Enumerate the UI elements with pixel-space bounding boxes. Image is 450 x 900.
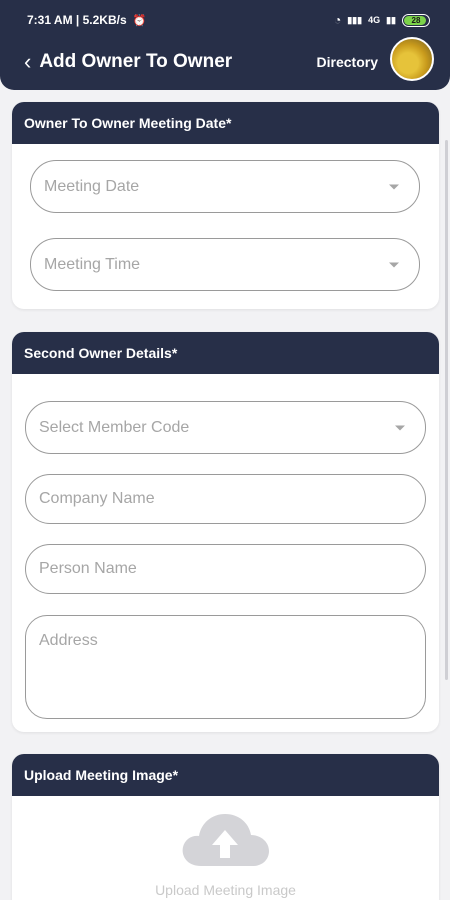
- signal-icon: ▮▮▮: [347, 14, 363, 25]
- person-name-input[interactable]: Person Name: [25, 544, 426, 594]
- chevron-down-icon: [389, 184, 399, 189]
- app-header: 7:31 AM | 5.2KB/s ⏰ ◔ ▮▮▮ 4G ▮▮ 28 ‹ Add…: [0, 0, 450, 90]
- card-heading: Owner To Owner Meeting Date*: [12, 102, 439, 144]
- placeholder: Address: [39, 632, 98, 649]
- placeholder: Meeting Date: [44, 177, 140, 195]
- cloud-upload-icon[interactable]: [179, 810, 271, 868]
- alarm-icon: ⏰: [132, 14, 147, 27]
- network-type: 4G: [368, 15, 381, 25]
- chevron-left-icon[interactable]: ‹: [24, 51, 31, 73]
- company-name-input[interactable]: Company Name: [25, 474, 426, 524]
- placeholder: Meeting Time: [44, 255, 141, 273]
- avatar[interactable]: [390, 37, 434, 81]
- meeting-date-card: Owner To Owner Meeting Date* Meeting Dat…: [12, 102, 439, 309]
- upload-image-card: Upload Meeting Image* Upload Meeting Ima…: [12, 754, 439, 900]
- placeholder: Company Name: [39, 490, 155, 507]
- second-owner-card: Second Owner Details* Select Member Code…: [12, 332, 439, 732]
- scrollbar[interactable]: [445, 140, 448, 680]
- placeholder: Select Member Code: [39, 418, 190, 436]
- status-time: 7:31 AM | 5.2KB/s: [27, 13, 127, 27]
- page-title: Add Owner To Owner: [39, 51, 233, 72]
- battery-level: 28: [411, 15, 421, 25]
- meeting-time-dropdown[interactable]: Meeting Time: [30, 238, 420, 291]
- card-heading: Second Owner Details*: [12, 332, 439, 374]
- placeholder: Person Name: [39, 560, 137, 577]
- directory-link[interactable]: Directory: [317, 54, 378, 70]
- card-heading: Upload Meeting Image*: [12, 754, 439, 796]
- meeting-date-dropdown[interactable]: Meeting Date: [30, 160, 420, 213]
- member-code-dropdown[interactable]: Select Member Code: [25, 401, 426, 454]
- chevron-down-icon: [395, 425, 405, 430]
- address-textarea[interactable]: Address: [25, 615, 426, 719]
- chevron-down-icon: [389, 262, 399, 267]
- battery-icon: 28: [402, 13, 430, 27]
- status-bar: 7:31 AM | 5.2KB/s ⏰ ◔ ▮▮▮ 4G ▮▮ 28: [27, 11, 430, 29]
- signal-icon-2: ▮▮: [386, 14, 396, 25]
- wifi-icon: ◔: [333, 13, 342, 27]
- upload-label[interactable]: Upload Meeting Image: [12, 882, 439, 898]
